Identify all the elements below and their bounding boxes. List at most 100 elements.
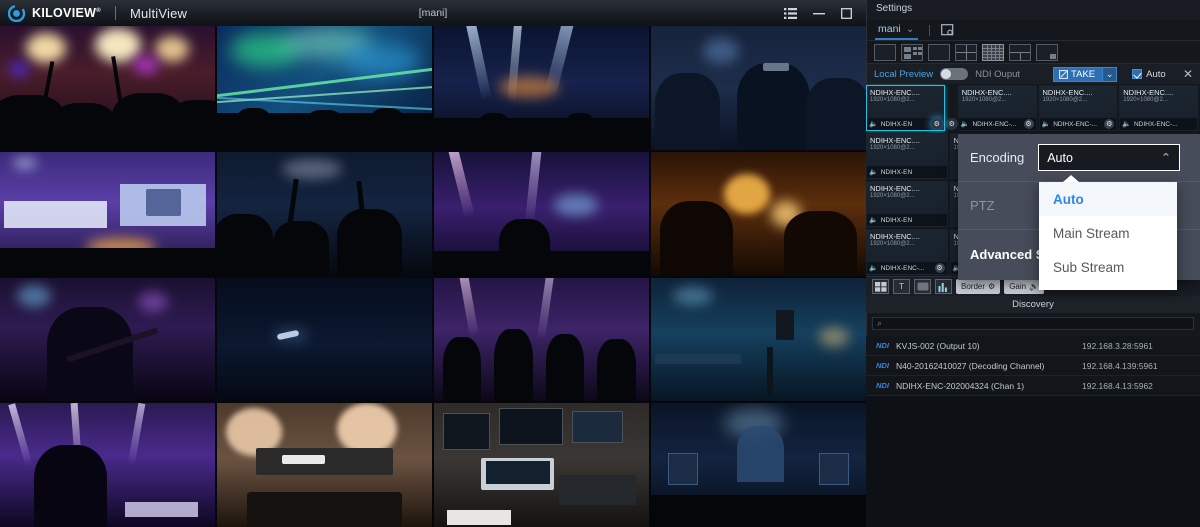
- image-icon[interactable]: [914, 279, 931, 294]
- ndi-output-label[interactable]: NDI Ouput: [975, 69, 1020, 80]
- source-address: 192.168.3.28:5961: [1082, 340, 1153, 351]
- menu-item-auto[interactable]: Auto: [1039, 182, 1177, 216]
- gear-icon[interactable]: ⚙: [1104, 119, 1115, 129]
- layout-solo[interactable]: [928, 43, 950, 61]
- source-name: KVJS-002 (Output 10): [896, 340, 980, 351]
- list-item[interactable]: NDI N40-20162410027 (Decoding Channel) 1…: [866, 356, 1200, 376]
- window-controls: [784, 7, 866, 19]
- text-icon[interactable]: T: [893, 279, 910, 294]
- speaker-icon[interactable]: 🔈: [869, 120, 878, 128]
- tile-name: NDIHX-ENC....: [1123, 88, 1174, 97]
- source-name: N40-20162410027 (Decoding Channel): [896, 360, 1045, 371]
- tile-footer: 🔈 NDIHX-ENC-... ⚙: [958, 118, 1036, 130]
- audio-meter-icon[interactable]: [935, 279, 952, 294]
- wall-cell-control-room-desk[interactable]: [434, 403, 649, 527]
- discovery-header: Discovery: [866, 296, 1200, 313]
- source-tile[interactable]: NDIHX-ENC.... 1920×1080@2... 🔈 NDIHX-ENC…: [957, 85, 1037, 131]
- wall-cell-guitarist-live[interactable]: [0, 277, 215, 402]
- speaker-icon[interactable]: 🔊: [1029, 282, 1039, 291]
- tile-name: NDIHX-ENC....: [870, 232, 921, 241]
- preview-mode-bar: Local Preview NDI Ouput TAKE ⌄ Auto ✕: [867, 63, 1200, 85]
- grid-icon[interactable]: [872, 279, 889, 294]
- auto-label: Auto: [1146, 68, 1166, 80]
- wall-cell-concert-crowd-hands[interactable]: [0, 26, 215, 150]
- wall-cell-outdoor-festival[interactable]: [651, 403, 866, 527]
- minimize-icon[interactable]: [813, 8, 825, 19]
- take-button[interactable]: TAKE: [1053, 66, 1104, 82]
- multiview-app: KILOVIEW® MultiView [mani] Settings mani…: [0, 0, 1200, 527]
- layout-quad[interactable]: [955, 43, 977, 61]
- take-dropdown-icon[interactable]: ⌄: [1103, 66, 1118, 82]
- wall-cell-studio-camera-set[interactable]: [651, 277, 866, 402]
- wall-cell-hands-encoder-camera[interactable]: [217, 403, 432, 527]
- layout-pip-grid[interactable]: [901, 43, 923, 61]
- auto-checkbox[interactable]: [1132, 69, 1143, 79]
- save-layout-icon[interactable]: [940, 24, 954, 36]
- wall-cell-dj-stage-purple[interactable]: [0, 403, 215, 527]
- maximize-icon[interactable]: [841, 7, 852, 19]
- source-name: NDIHX-ENC-202004324 (Chan 1): [896, 380, 1025, 391]
- source-tile[interactable]: NDIHX-ENC.... 1920×1080@2... 🔈 NDIHX-EN: [866, 181, 948, 227]
- wall-cell-worship-crew[interactable]: [651, 26, 866, 150]
- wall-cell-saxophone-player[interactable]: [651, 151, 866, 276]
- tile-source-name: NDIHX-ENC-...: [1133, 120, 1178, 128]
- wall-cell-choir-singers[interactable]: [434, 277, 649, 402]
- tile-row: NDIHX-ENC.... 1920×1080@2... 🔈 NDIHX-EN …: [866, 84, 1200, 132]
- chevron-down-icon[interactable]: ⌄: [906, 23, 915, 35]
- wall-cell-stage-lights-blue[interactable]: [434, 26, 649, 150]
- speaker-icon[interactable]: 🔈: [869, 264, 878, 272]
- menu-item-main-stream[interactable]: Main Stream: [1039, 216, 1177, 250]
- source-tile[interactable]: NDIHX-ENC.... 1920×1080@2... 🔈 NDIHX-ENC…: [1038, 85, 1118, 131]
- gear-icon[interactable]: ⚙: [945, 118, 958, 130]
- source-address: 192.168.4.139:5961: [1082, 360, 1158, 371]
- tab-mani[interactable]: mani ⌄: [875, 21, 918, 40]
- title-bar: KILOVIEW® MultiView [mani]: [0, 0, 866, 26]
- menu-list-icon[interactable]: [784, 7, 797, 19]
- source-tile[interactable]: NDIHX-ENC.... 1920×1080@2... 🔈 NDIHX-ENC…: [866, 229, 948, 275]
- speaker-icon[interactable]: 🔈: [1042, 120, 1051, 128]
- chevron-up-icon[interactable]: ⌃: [1161, 150, 1171, 165]
- ndi-badge: NDI: [876, 381, 889, 390]
- list-item[interactable]: NDI KVJS-002 (Output 10) 192.168.3.28:59…: [866, 336, 1200, 356]
- ndi-badge: NDI: [876, 361, 889, 370]
- wall-cell-stage-singer-purple[interactable]: [434, 151, 649, 276]
- wall-cell-church-stage-screen[interactable]: [0, 151, 215, 276]
- list-item[interactable]: NDI NDIHX-ENC-202004324 (Chan 1) 192.168…: [866, 376, 1200, 396]
- layout-corner-pip[interactable]: [1036, 43, 1058, 61]
- tile-footer: 🔈 NDIHX-ENC-... ⚙: [867, 262, 947, 274]
- layout-single[interactable]: [874, 43, 896, 61]
- tile-name: NDIHX-ENC....: [1042, 88, 1093, 97]
- layout-dense-grid[interactable]: [982, 43, 1004, 61]
- tile-source-name: NDIHX-ENC-...: [1053, 120, 1097, 128]
- speaker-icon[interactable]: 🔈: [1122, 120, 1131, 128]
- local-preview-label[interactable]: Local Preview: [874, 69, 933, 80]
- wall-cell-laser-show-green[interactable]: [217, 26, 432, 150]
- gear-icon[interactable]: ⚙: [988, 282, 995, 291]
- gear-icon[interactable]: ⚙: [931, 119, 942, 129]
- layout-one-plus-three[interactable]: [1009, 43, 1031, 61]
- tile-resolution: 1920×1080@2...: [870, 145, 915, 151]
- menu-item-sub-stream[interactable]: Sub Stream: [1039, 250, 1177, 284]
- speaker-icon[interactable]: 🔈: [869, 168, 878, 176]
- border-button[interactable]: Border ⚙: [956, 279, 1001, 294]
- encoding-select[interactable]: Auto ⌃: [1038, 144, 1181, 171]
- gear-icon[interactable]: ⚙: [1023, 119, 1034, 129]
- preview-output-toggle[interactable]: [940, 68, 969, 80]
- gear-icon[interactable]: ⚙: [934, 263, 945, 273]
- wall-cell-night-water-boat[interactable]: [217, 277, 432, 402]
- speaker-icon[interactable]: 🔈: [961, 120, 970, 128]
- source-tile[interactable]: NDIHX-ENC.... 1920×1080@2... 🔈 NDIHX-ENC…: [1119, 85, 1198, 131]
- tile-resolution: 1920×1080@2...: [870, 97, 915, 103]
- tile-source-name: NDIHX-EN: [880, 120, 913, 128]
- tile-name: NDIHX-ENC....: [870, 184, 921, 193]
- tile-resolution: 1920×1080@2...: [1123, 97, 1168, 103]
- auto-checkbox-group[interactable]: Auto: [1132, 69, 1166, 80]
- discovery-empty-area: [866, 396, 1200, 527]
- encoding-label: Encoding: [970, 150, 1025, 165]
- discovery-search-field[interactable]: ⌕: [872, 317, 1194, 330]
- source-tile[interactable]: NDIHX-ENC.... 1920×1080@2... 🔈 NDIHX-EN …: [866, 85, 945, 131]
- speaker-icon[interactable]: 🔈: [869, 216, 878, 224]
- source-tile[interactable]: NDIHX-ENC.... 1920×1080@2... 🔈 NDIHX-EN: [866, 133, 948, 179]
- close-icon[interactable]: ✕: [1183, 68, 1193, 80]
- wall-cell-crowd-hands-raised[interactable]: [217, 151, 432, 276]
